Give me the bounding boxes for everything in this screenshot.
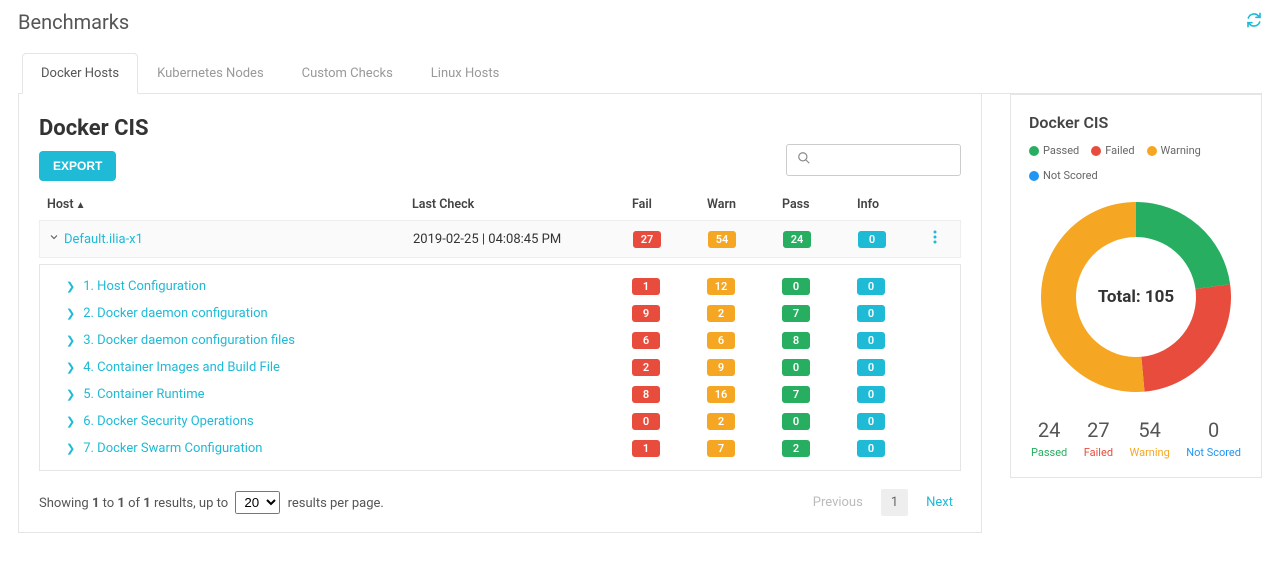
fail-badge: 1 — [632, 440, 660, 457]
tab-linux-hosts[interactable]: Linux Hosts — [412, 53, 519, 94]
fail-badge: 1 — [632, 278, 660, 295]
info-badge: 0 — [858, 231, 886, 248]
pagination-summary: Showing 1 to 1 of 1 results, up to 20 re… — [39, 491, 384, 514]
col-info[interactable]: Info — [857, 197, 932, 212]
pass-badge: 0 — [782, 278, 810, 295]
info-badge: 0 — [857, 278, 885, 295]
sections-list: ❯1. Host Configuration11200❯2. Docker da… — [39, 264, 961, 471]
section-label: 5. Container Runtime — [83, 387, 204, 402]
section-row[interactable]: ❯ 4. Container Images and Build File 2 9 0 0 — [44, 354, 956, 381]
info-badge: 0 — [857, 440, 885, 457]
dot-notscored-icon — [1029, 171, 1039, 181]
section-row[interactable]: ❯ 1. Host Configuration 1 12 0 0 — [44, 273, 956, 300]
fail-badge: 9 — [632, 305, 660, 322]
section-label: 1. Host Configuration — [83, 279, 206, 294]
tab-kubernetes-nodes[interactable]: Kubernetes Nodes — [138, 53, 283, 94]
page-number[interactable]: 1 — [881, 489, 908, 516]
chevron-right-icon: ❯ — [66, 280, 75, 293]
prev-button[interactable]: Previous — [805, 489, 871, 516]
pass-badge: 7 — [782, 305, 810, 322]
search-input-wrap[interactable] — [786, 144, 961, 176]
pass-badge: 8 — [782, 332, 810, 349]
chevron-right-icon: ❯ — [66, 361, 75, 374]
section-label: 4. Container Images and Build File — [83, 360, 280, 375]
stat-failed: 27 — [1084, 418, 1113, 442]
panel-title: Docker CIS — [39, 116, 149, 141]
warn-badge: 16 — [707, 386, 735, 403]
chevron-right-icon: ❯ — [66, 307, 75, 320]
section-label: 6. Docker Security Operations — [83, 414, 254, 429]
sort-asc-icon: ▲ — [76, 200, 86, 211]
chevron-right-icon: ❯ — [66, 442, 75, 455]
fail-badge: 27 — [633, 231, 661, 248]
fail-badge: 8 — [632, 386, 660, 403]
chevron-right-icon: ❯ — [66, 334, 75, 347]
page-title: Benchmarks — [18, 10, 129, 34]
info-badge: 0 — [857, 386, 885, 403]
chevron-right-icon: ❯ — [66, 415, 75, 428]
search-icon — [797, 151, 811, 169]
per-page-select[interactable]: 20 — [235, 491, 280, 514]
col-pass[interactable]: Pass — [782, 197, 857, 212]
next-button[interactable]: Next — [918, 489, 961, 516]
warn-badge: 2 — [707, 305, 735, 322]
stat-warning: 54 — [1130, 418, 1170, 442]
section-label: 3. Docker daemon configuration files — [83, 333, 295, 348]
info-badge: 0 — [857, 413, 885, 430]
col-host[interactable]: Host▲ — [47, 197, 412, 212]
section-label: 7. Docker Swarm Configuration — [83, 441, 262, 456]
section-row[interactable]: ❯ 2. Docker daemon configuration 9 2 7 0 — [44, 300, 956, 327]
legend: Passed Failed Warning Not Scored — [1029, 144, 1243, 182]
pass-badge: 0 — [782, 359, 810, 376]
main-panel: Docker CIS EXPORT Host▲ Last Check Fail … — [18, 94, 982, 533]
fail-badge: 0 — [632, 413, 660, 430]
tab-custom-checks[interactable]: Custom Checks — [283, 53, 412, 94]
host-name[interactable]: Default.ilia-x1 — [64, 232, 143, 247]
summary-card: Docker CIS Passed Failed Warning Not Sco… — [1010, 94, 1262, 478]
info-badge: 0 — [857, 332, 885, 349]
stat-passed: 24 — [1031, 418, 1067, 442]
warn-badge: 6 — [707, 332, 735, 349]
dot-warning-icon — [1147, 146, 1157, 156]
chevron-right-icon: ❯ — [66, 388, 75, 401]
donut-total: Total: 105 — [1031, 192, 1241, 402]
row-menu-icon[interactable] — [933, 230, 949, 248]
fail-badge: 2 — [632, 359, 660, 376]
col-fail[interactable]: Fail — [632, 197, 707, 212]
col-warn[interactable]: Warn — [707, 197, 782, 212]
section-row[interactable]: ❯ 3. Docker daemon configuration files 6 6 8… — [44, 327, 956, 354]
donut-chart: Total: 105 — [1031, 192, 1241, 402]
pass-badge: 2 — [782, 440, 810, 457]
summary-title: Docker CIS — [1029, 113, 1243, 132]
host-row[interactable]: Default.ilia-x1 2019-02-25 | 04:08:45 PM… — [39, 220, 961, 258]
export-button[interactable]: EXPORT — [39, 151, 116, 181]
pagination: Showing 1 to 1 of 1 results, up to 20 re… — [39, 489, 961, 516]
section-row[interactable]: ❯ 5. Container Runtime 8 16 7 0 — [44, 381, 956, 408]
info-badge: 0 — [857, 305, 885, 322]
search-input[interactable] — [819, 153, 950, 168]
pass-badge: 0 — [782, 413, 810, 430]
section-row[interactable]: ❯ 6. Docker Security Operations 0 2 0 0 — [44, 408, 956, 435]
fail-badge: 6 — [632, 332, 660, 349]
warn-badge: 12 — [707, 278, 735, 295]
info-badge: 0 — [857, 359, 885, 376]
tab-docker-hosts[interactable]: Docker Hosts — [22, 53, 138, 94]
table-header: Host▲ Last Check Fail Warn Pass Info — [39, 187, 961, 220]
stat-notscored: 0 — [1186, 418, 1241, 442]
pass-badge: 24 — [783, 231, 811, 248]
section-row[interactable]: ❯ 7. Docker Swarm Configuration 1 7 2 0 — [44, 435, 956, 462]
dot-failed-icon — [1091, 146, 1101, 156]
pass-badge: 7 — [782, 386, 810, 403]
host-last-check: 2019-02-25 | 04:08:45 PM — [413, 232, 633, 247]
tabs: Docker Hosts Kubernetes Nodes Custom Che… — [18, 52, 1262, 94]
dot-passed-icon — [1029, 146, 1039, 156]
refresh-icon[interactable] — [1246, 12, 1262, 32]
col-last-check[interactable]: Last Check — [412, 197, 632, 212]
warn-badge: 2 — [707, 413, 735, 430]
chevron-down-icon — [48, 231, 60, 247]
section-label: 2. Docker daemon configuration — [83, 306, 268, 321]
warn-badge: 54 — [708, 231, 736, 248]
warn-badge: 9 — [707, 359, 735, 376]
warn-badge: 7 — [707, 440, 735, 457]
